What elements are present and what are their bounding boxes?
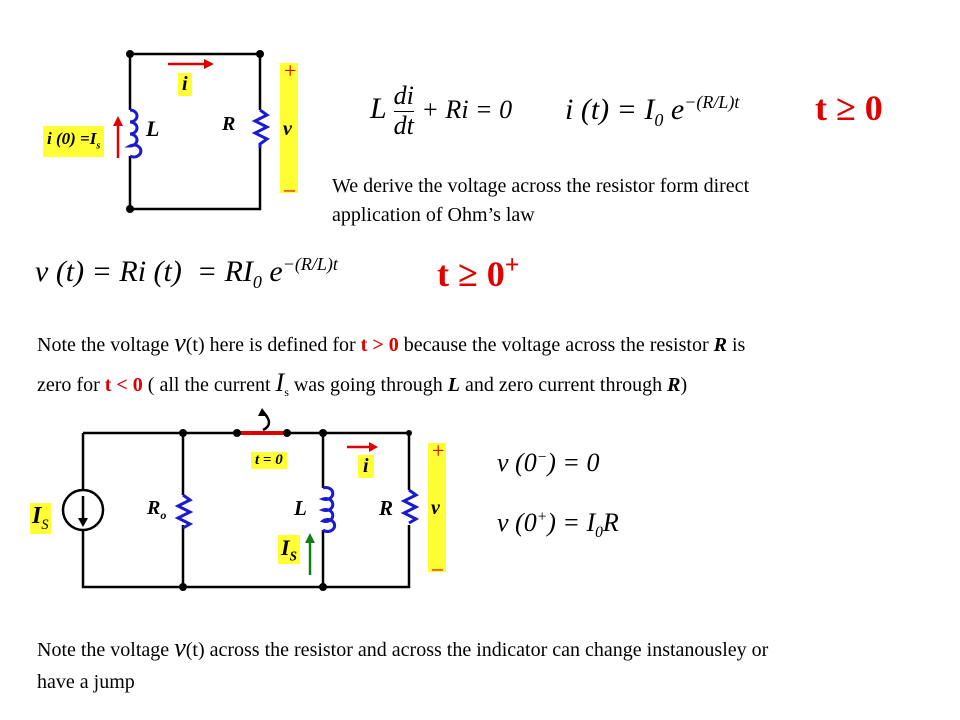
initial-current-arrow-icon xyxy=(113,116,123,126)
note-paragraph-1: Note the voltage v(t) here is defined fo… xyxy=(37,328,746,399)
voltage-label: v xyxy=(283,118,292,140)
ro-label: Ro xyxy=(147,497,167,522)
inductor-current-arrow-icon xyxy=(305,533,315,543)
plus-sign: + xyxy=(284,58,297,83)
differential-equation: L di dt + Ri = 0 xyxy=(370,81,513,140)
switch-rotation-arrow-icon xyxy=(258,408,268,416)
rl-circuit-diagram xyxy=(113,50,298,213)
switched-circuit-diagram xyxy=(61,408,446,591)
current-solution: i (t) = I0 e−(R/L)t xyxy=(565,92,740,130)
condition-t-ge-0-plus: t ≥ 0+ xyxy=(437,250,520,294)
source-label: IS xyxy=(30,503,51,534)
v-zero-plus-equation: v (0+) = I0R xyxy=(497,508,619,542)
minus-sign-2: – xyxy=(432,555,443,580)
condition-t-ge-0: t ≥ 0 xyxy=(815,88,883,128)
ohms-law-paragraph: We derive the voltage across the resisto… xyxy=(332,175,750,226)
current-source-arrow-icon xyxy=(78,518,88,527)
current-label: i xyxy=(178,73,192,96)
inductor-coil xyxy=(124,108,143,159)
note-paragraph-2: Note the voltage v(t) across the resisto… xyxy=(37,633,769,693)
voltage-label-2: v xyxy=(431,497,440,519)
current-arrow-icon xyxy=(369,442,378,452)
v-zero-minus-equation: v (0−) = 0 xyxy=(497,448,600,477)
resistor-label-2: R xyxy=(379,496,394,520)
current-arrow-icon xyxy=(204,59,214,69)
switch-label: t = 0 xyxy=(251,452,287,469)
current-label-2: i xyxy=(358,455,374,478)
resistor-zigzag xyxy=(251,108,271,148)
inductor-label: L xyxy=(146,116,160,141)
minus-sign: – xyxy=(284,176,295,201)
initial-current-label: i (0) =Is xyxy=(43,126,105,158)
voltage-equation: v (t) = Ri (t) = RI0 e−(R/L)t xyxy=(35,254,338,292)
inductor-current-label: IS xyxy=(278,535,300,565)
resistor-label: R xyxy=(222,113,236,135)
inductor-label-2: L xyxy=(294,496,307,520)
plus-sign-2: + xyxy=(432,438,445,463)
slide: i L R + v – i (0) =Is L di dt + Ri = 0 i … xyxy=(0,0,960,720)
